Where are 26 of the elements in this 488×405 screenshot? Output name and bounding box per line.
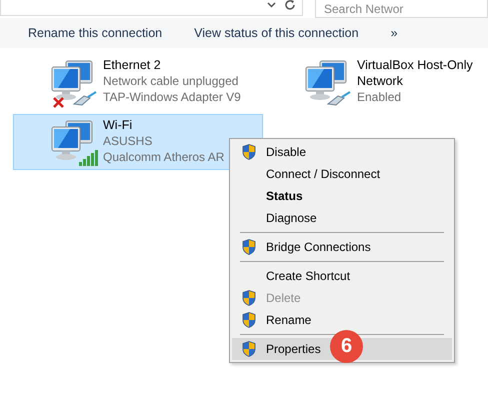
menu-item[interactable]: Bridge Connections [232,236,452,258]
cable-plug-icon [326,90,352,106]
toolbar-button[interactable]: Rename this connection [20,22,170,44]
connection-name: Wi-Fi [103,117,134,133]
toolbar-button[interactable]: View status of this connection [186,22,367,44]
connection-tile[interactable]: Wi-Fi ASUSHS Qualcomm Atheros AR [13,114,263,170]
connection-name: Ethernet 2 [103,57,162,73]
cable-plug-icon [72,90,98,106]
menu-item[interactable]: Create Shortcut [232,265,452,287]
menu-item[interactable]: Status [232,185,452,207]
signal-bars-icon [78,150,98,166]
menu-item[interactable]: Diagnose [232,207,452,229]
connection-detail: Qualcomm Atheros AR [103,149,224,165]
connection-name: VirtualBox Host-Only Network [357,57,474,89]
connection-detail: Enabled [357,89,402,105]
refresh-icon[interactable] [284,0,296,10]
cross-icon [53,97,64,108]
connection-tile[interactable]: Ethernet 2 Network cable unplugged TAP-Windows Adapter V9 [13,54,265,110]
search-field[interactable]: Search Networ [315,0,488,18]
connection-detail: TAP-Windows Adapter V9 [103,89,241,105]
toolbar-button[interactable]: » [382,22,406,44]
menu-item[interactable]: Rename [232,309,452,331]
connection-detail: Network cable unplugged [103,73,240,89]
dropdown-caret-icon[interactable] [267,2,276,8]
connection-detail: ASUSHS [103,133,154,149]
connection-tile[interactable]: VirtualBox Host-Only Network Enabled [265,54,475,110]
